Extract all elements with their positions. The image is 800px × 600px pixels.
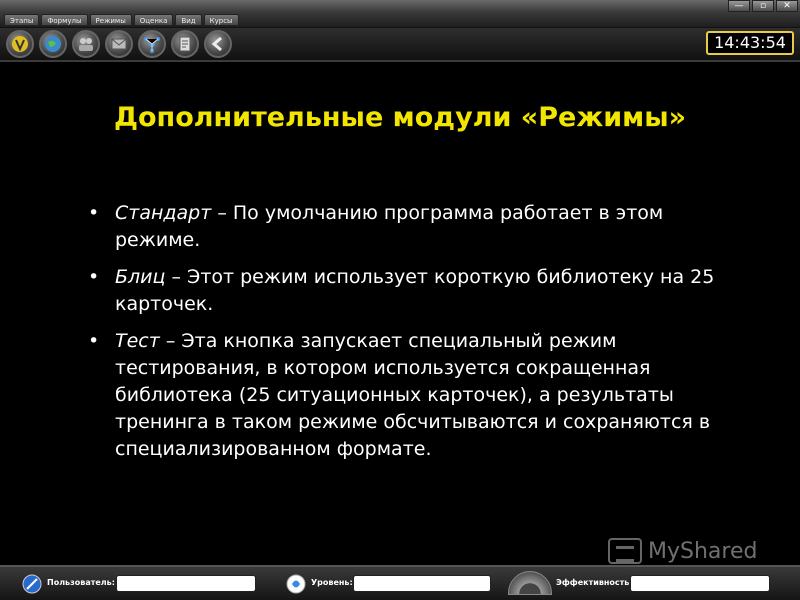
level-label: Уровень: (311, 578, 353, 587)
level-field[interactable] (353, 575, 491, 592)
status-bar: Пользователь: Уровень: Эффективность: (0, 565, 800, 600)
slide-area: Дополнительные модули «Режимы» Стандарт … (0, 64, 800, 564)
menu-item-courses[interactable]: Курсы (203, 14, 239, 26)
globe-icon (45, 36, 61, 52)
watermark: MyShared (608, 536, 788, 566)
menu-bar: Этапы Формулы Режимы Оценка Вид Курсы — … (0, 0, 800, 28)
envelope-icon (111, 38, 127, 50)
close-button[interactable]: ✕ (776, 0, 798, 12)
toolbar: 14:43:54 (0, 28, 800, 62)
network-icon (144, 37, 160, 53)
clock-display: 14:43:54 (706, 31, 794, 55)
back-button[interactable] (204, 30, 232, 58)
menu-item-stages[interactable]: Этапы (4, 14, 40, 26)
menu-item-view[interactable]: Вид (175, 14, 202, 26)
back-arrow-icon (211, 36, 222, 52)
document-icon (179, 36, 191, 52)
tool-buttons (6, 30, 237, 58)
people-icon (79, 38, 93, 51)
menu-item-evaluation[interactable]: Оценка (133, 14, 174, 26)
efficiency-field[interactable] (630, 575, 770, 592)
mode-v-icon (12, 36, 28, 52)
gauge-icon (508, 571, 552, 595)
compass-icon (22, 574, 42, 594)
minimize-button[interactable]: — (728, 0, 750, 12)
slide-title: Дополнительные модули «Режимы» (113, 102, 687, 133)
list-item-term: Тест (115, 330, 160, 352)
list-item-text: – Эта кнопка запускает специальный режим… (115, 330, 711, 460)
list-item: Стандарт – По умолчанию программа работа… (88, 200, 728, 254)
list-item: Тест – Эта кнопка запускает специальный … (88, 328, 728, 463)
menu-item-formulas[interactable]: Формулы (41, 14, 88, 26)
network-button[interactable] (138, 30, 166, 58)
list-item: Блиц – Этот режим использует короткую би… (88, 264, 728, 318)
globe-button[interactable] (39, 30, 67, 58)
window-controls: — ▫ ✕ (726, 0, 798, 12)
efficiency-label: Эффективность: (556, 578, 633, 587)
people-button[interactable] (72, 30, 100, 58)
user-field[interactable] (116, 575, 256, 592)
presentation-icon (608, 538, 642, 564)
list-item-term: Стандарт (115, 202, 212, 224)
document-button[interactable] (171, 30, 199, 58)
bullet-list: Стандарт – По умолчанию программа работа… (88, 200, 728, 473)
menu-item-modes[interactable]: Режимы (89, 14, 132, 26)
mode-button[interactable] (6, 30, 34, 58)
list-item-text: – Этот режим использует короткую библиот… (115, 266, 715, 315)
level-icon (286, 574, 306, 594)
mail-button[interactable] (105, 30, 133, 58)
maximize-button[interactable]: ▫ (752, 0, 774, 12)
user-label: Пользователь: (47, 578, 115, 587)
list-item-term: Блиц (115, 266, 166, 288)
watermark-text: MyShared (648, 538, 758, 564)
main-menu: Этапы Формулы Режимы Оценка Вид Курсы (4, 14, 241, 26)
